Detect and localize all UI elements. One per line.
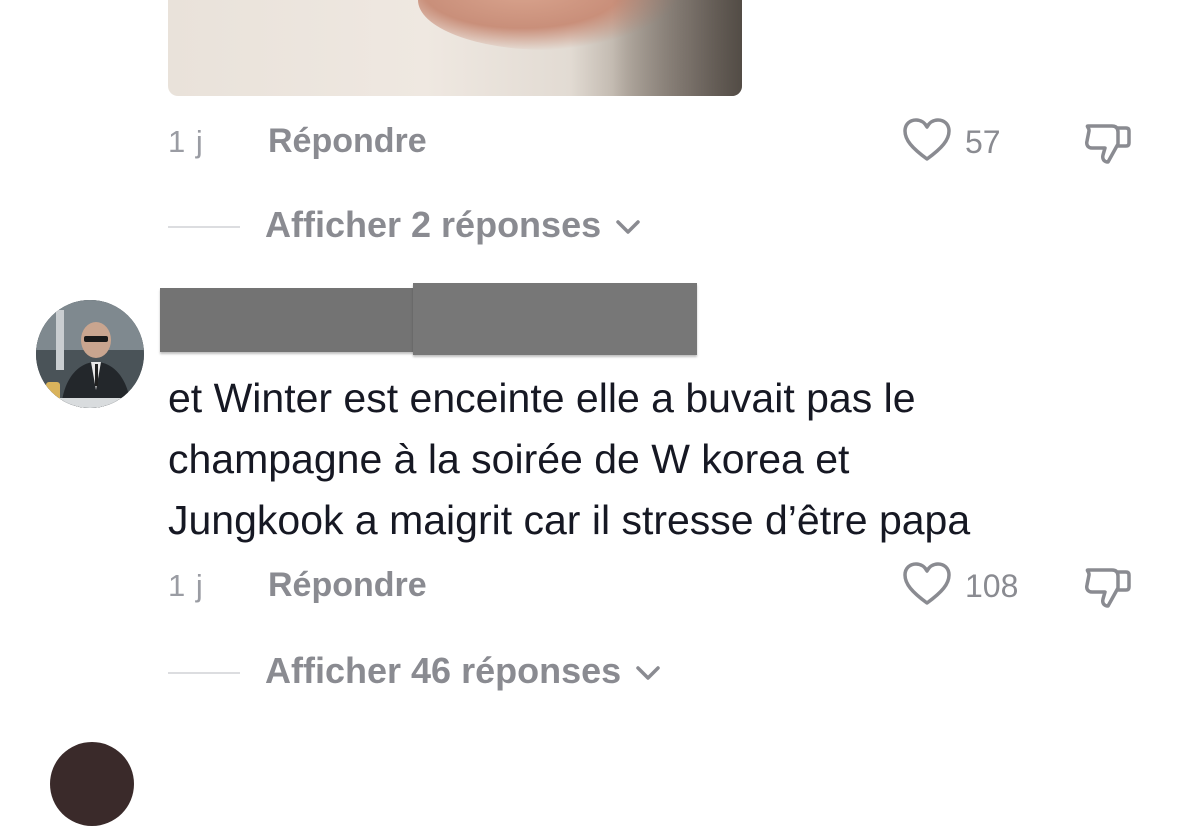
like-count: 108: [965, 568, 1019, 604]
reply-button[interactable]: Répondre: [268, 566, 427, 605]
view-replies-button[interactable]: Afficher 2 réponses: [265, 204, 641, 246]
chevron-down-icon: [636, 666, 660, 681]
replies-divider: [168, 672, 240, 674]
comment-actions-row: 1 j Répondre 108: [168, 562, 1138, 608]
view-replies-label: Afficher 2 réponses: [265, 204, 602, 245]
view-replies-row[interactable]: Afficher 46 réponses: [168, 650, 868, 694]
comment-timestamp: 1 j: [168, 568, 204, 603]
chevron-down-icon: [616, 220, 640, 235]
comment-timestamp: 1 j: [168, 124, 204, 159]
avatar[interactable]: [36, 300, 144, 408]
comment-line: champagne à la soirée de W korea et: [168, 436, 850, 482]
heart-outline-icon[interactable]: [902, 118, 952, 162]
comment-line: et Winter est enceinte elle a buvait pas…: [168, 375, 916, 421]
avatar-photo: [36, 300, 144, 408]
comment-actions-row: 1 j Répondre 57: [168, 118, 1138, 164]
photo-shadow: [612, 0, 742, 96]
replies-divider: [168, 226, 240, 228]
heart-outline-icon[interactable]: [902, 562, 952, 606]
thumbs-down-outline-icon[interactable]: [1082, 118, 1132, 168]
like-count: 57: [965, 124, 1001, 160]
comment-photo-attachment[interactable]: [168, 0, 742, 96]
comment-line: Jungkook a maigrit car il stresse d’être…: [168, 497, 971, 543]
avatar[interactable]: [50, 742, 134, 826]
username-redacted: [160, 283, 697, 357]
view-replies-row[interactable]: Afficher 2 réponses: [168, 204, 868, 248]
view-replies-label: Afficher 46 réponses: [265, 650, 622, 691]
redaction-block: [160, 288, 415, 352]
reply-button[interactable]: Répondre: [268, 122, 427, 161]
comment-body: et Winter est enceinte elle a buvait pas…: [168, 368, 1148, 551]
view-replies-button[interactable]: Afficher 46 réponses: [265, 650, 661, 692]
thumbs-down-outline-icon[interactable]: [1082, 562, 1132, 612]
redaction-block: [413, 283, 697, 355]
